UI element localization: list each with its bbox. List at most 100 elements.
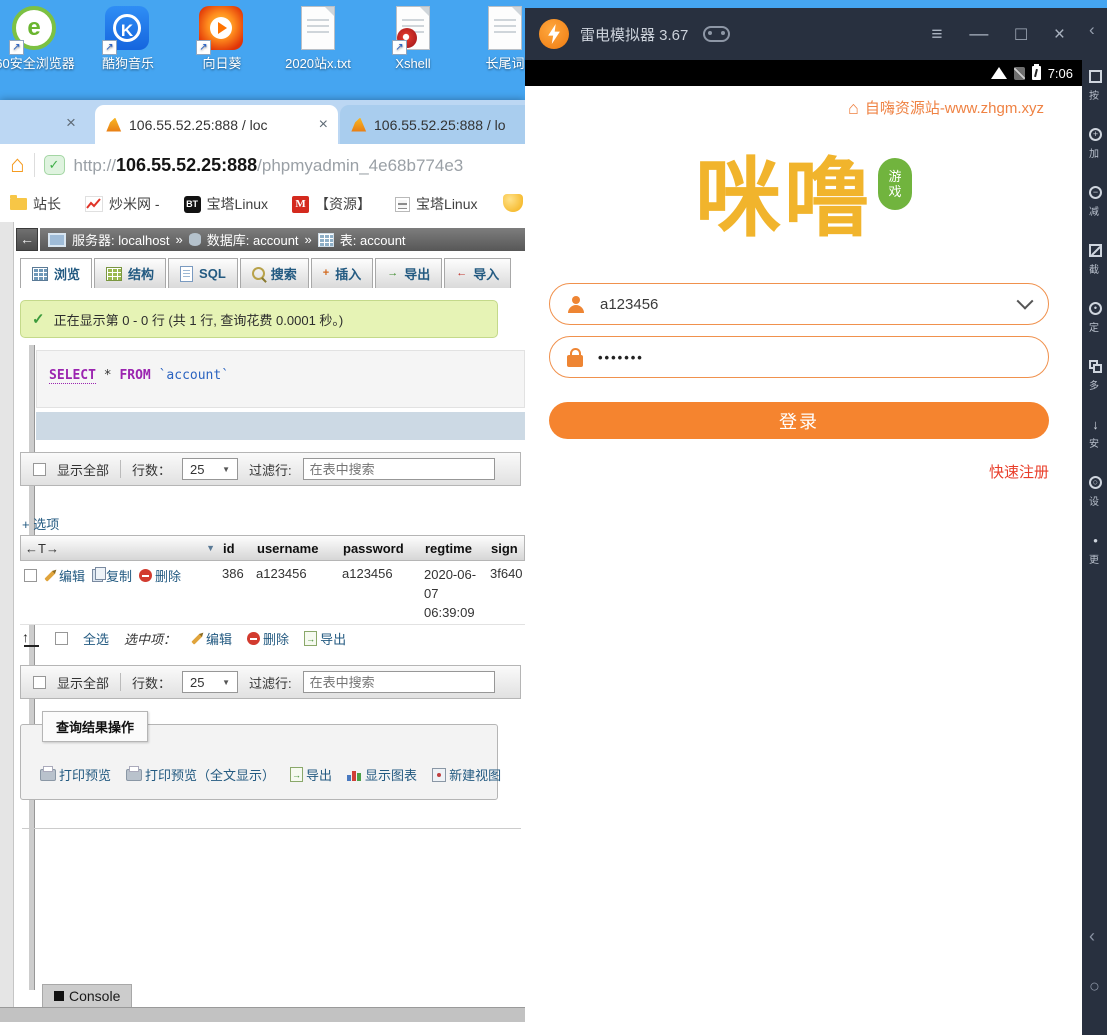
app-logo: 咪噜游戏	[525, 154, 1082, 244]
desktop-icon-360browser[interactable]: e ↗ 60安全浏览器	[0, 6, 80, 72]
collapse-panel-button[interactable]: ←	[16, 228, 38, 251]
breadcrumb-table[interactable]: 表: account	[340, 230, 406, 249]
no-sim-icon	[1014, 67, 1025, 80]
rows-value: 25	[190, 675, 204, 690]
column-header-sign[interactable]: sign	[487, 541, 524, 556]
chevron-down-icon[interactable]	[1017, 293, 1034, 310]
bottom-scrollbar[interactable]	[0, 1007, 525, 1022]
maximize-icon[interactable]: □	[1015, 25, 1026, 44]
bookmark-zhanzhang[interactable]: 站长	[10, 194, 61, 214]
console-tab[interactable]: Console	[42, 984, 132, 1007]
home-icon[interactable]: ⌂	[10, 153, 25, 177]
bookmark-ziyuan[interactable]: M 【资源】	[292, 194, 371, 214]
url-text[interactable]: http://106.55.52.25:888/phpmyadmin_4e68b…	[74, 155, 464, 176]
username-field[interactable]: a123456	[549, 283, 1049, 325]
sort-caret-icon[interactable]: ▼	[206, 543, 215, 553]
tab-search[interactable]: 搜索	[240, 258, 309, 288]
tab-sql[interactable]: SQL	[168, 258, 238, 288]
breadcrumb-server[interactable]: 服务器: localhost	[72, 230, 170, 249]
check-all-checkbox[interactable]	[55, 632, 68, 645]
toolbar-screenshot[interactable]: 截	[1089, 244, 1107, 276]
create-view-link[interactable]: 新建视图	[432, 765, 501, 784]
bookmark-chaomi[interactable]: 炒米网 -	[85, 194, 160, 214]
browser-tab-active[interactable]: 106.55.52.25:888 / loc ×	[95, 105, 338, 144]
bookmark-baota-2[interactable]: 宝塔Linux	[395, 194, 477, 214]
collapse-toolbar-icon[interactable]: ‹	[1089, 20, 1095, 40]
export-selected-link[interactable]: 导出	[304, 629, 346, 648]
column-header-username[interactable]: username	[253, 541, 339, 556]
sql-keyword: FROM	[119, 368, 150, 383]
nav-back-icon[interactable]: ‹	[1089, 926, 1095, 947]
rows-select[interactable]: 25▼	[182, 671, 238, 693]
m-badge-icon: M	[292, 196, 309, 213]
filter-rows-input[interactable]	[303, 671, 495, 693]
tab-export[interactable]: →导出	[375, 258, 442, 288]
nav-home-icon[interactable]: ○	[1089, 976, 1100, 997]
sql-keyword[interactable]: SELECT	[49, 368, 96, 384]
desktop-icon-txt-file[interactable]: 2020站x.txt	[273, 6, 363, 72]
quick-register-link[interactable]: 快速注册	[989, 461, 1049, 482]
browse-icon	[32, 267, 48, 281]
badge-char-top: 游	[888, 169, 901, 184]
login-button[interactable]: 登录	[549, 402, 1049, 439]
close-tab-icon[interactable]: ×	[66, 113, 76, 133]
print-preview-link[interactable]: 打印预览	[40, 765, 111, 784]
delete-link[interactable]: 删除	[139, 566, 181, 585]
toolbar-settings[interactable]: ○设	[1089, 476, 1107, 508]
column-header-regtime[interactable]: regtime	[421, 541, 487, 556]
toolbar-more[interactable]: •更	[1089, 534, 1107, 566]
menu-icon[interactable]: ≡	[931, 25, 942, 44]
edit-link[interactable]: 编辑	[44, 566, 85, 585]
breadcrumb-database[interactable]: 数据库: account	[207, 230, 299, 249]
url-host: 106.55.52.25:888	[116, 155, 257, 175]
toolbar-volume-down[interactable]: −减	[1089, 186, 1107, 218]
toolbar-location[interactable]: •定	[1089, 302, 1107, 334]
sql-icon	[180, 266, 193, 282]
close-tab-icon[interactable]: ×	[319, 116, 328, 134]
desktop-icon-kugou[interactable]: K ↗ 酷狗音乐	[83, 6, 173, 72]
bookmark-baota-1[interactable]: BT 宝塔Linux	[184, 194, 268, 214]
printer-icon	[126, 769, 142, 781]
show-all-checkbox[interactable]	[33, 463, 46, 476]
toolbar-multi-instance[interactable]: 多	[1089, 360, 1107, 392]
column-header-password[interactable]: password	[339, 541, 421, 556]
browser-tab-background[interactable]: 106.55.52.25:888 / lo	[340, 105, 525, 144]
copy-link[interactable]: 复制	[92, 566, 132, 585]
rows-select[interactable]: 25▼	[182, 458, 238, 480]
minimize-icon[interactable]: —	[969, 25, 988, 44]
badge-char-bottom: 戏	[888, 184, 901, 199]
toolbar-volume-up[interactable]: +加	[1089, 128, 1107, 160]
site-home-link[interactable]: ⌂ 自嗨资源站-www.zhgm.xyz	[525, 86, 1082, 118]
tab-structure[interactable]: 结构	[94, 258, 166, 288]
security-shield-icon[interactable]: ✓	[44, 155, 65, 175]
show-all-label: 显示全部	[57, 460, 109, 479]
toolbar-keymap[interactable]: 按	[1089, 70, 1107, 102]
display-chart-link[interactable]: 显示图表	[347, 765, 417, 784]
gamepad-icon[interactable]	[703, 26, 730, 42]
delete-selected-link[interactable]: 删除	[247, 629, 289, 648]
emulator-title-bar[interactable]: 雷电模拟器 3.67 ≡ — □ ×	[525, 8, 1107, 60]
edit-selected-link[interactable]: 编辑	[191, 629, 232, 648]
search-icon	[252, 267, 265, 280]
tab-browse[interactable]: 浏览	[20, 258, 92, 288]
tab-insert[interactable]: +插入	[311, 258, 373, 288]
toolbar-install-apk[interactable]: ↓安	[1089, 418, 1107, 450]
export-icon	[290, 767, 303, 782]
toolbar-label: 更	[1089, 551, 1107, 566]
folder-icon	[10, 198, 27, 210]
bookmark-partial-icon[interactable]	[503, 194, 523, 212]
tab-import[interactable]: ←导入	[444, 258, 511, 288]
password-field[interactable]: •••••••	[549, 336, 1049, 378]
options-link[interactable]: + 选项	[22, 514, 59, 533]
show-all-checkbox[interactable]	[33, 676, 46, 689]
check-all-label[interactable]: 全选	[83, 629, 109, 648]
desktop-icon-xshell[interactable]: ↗ Xshell	[368, 6, 458, 72]
export-results-link[interactable]: 导出	[290, 765, 332, 784]
close-icon[interactable]: ×	[1054, 25, 1065, 44]
filter-rows-input[interactable]	[303, 458, 495, 480]
desktop-icon-label: 60安全浏览器	[0, 56, 77, 72]
desktop-icon-sunflower[interactable]: ↗ 向日葵	[177, 6, 267, 72]
column-header-id[interactable]: id	[219, 541, 253, 556]
print-preview-full-link[interactable]: 打印预览（全文显示）	[126, 765, 275, 784]
row-checkbox[interactable]	[24, 569, 37, 582]
